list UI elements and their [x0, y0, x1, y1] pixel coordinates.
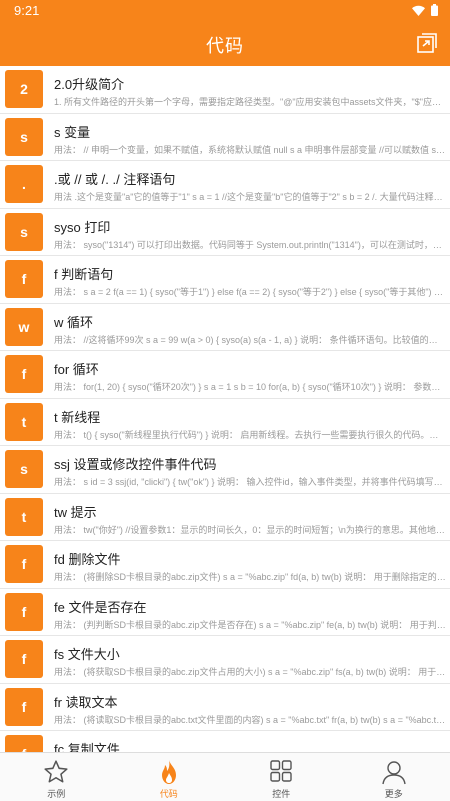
item-description: 用法： //这将循环99次 s a = 99 w(a > 0) { syso(a…	[54, 333, 446, 346]
item-badge: w	[5, 308, 43, 346]
item-title: fs 文件大小	[54, 644, 120, 663]
item-description: 用法： (将读取SD卡根目录的abc.txt文件里面的内容) s a = "%a…	[54, 713, 446, 726]
item-description: 用法： (将获取SD卡根目录的abc.zip文件占用的大小) s a = "%a…	[54, 665, 446, 678]
list-item[interactable]: w w 循环用法： //这将循环99次 s a = 99 w(a > 0) { s…	[0, 304, 450, 352]
item-title: s 变量	[54, 122, 90, 141]
app-bar: 代码	[0, 20, 450, 66]
item-description: 用法： syso("1314") 可以打印出数据。代码同等于 System.ou…	[54, 238, 446, 251]
list-item[interactable]: f f 判断语句用法： s a = 2 f(a == 1) { syso("等于1…	[0, 256, 450, 304]
list-item[interactable]: f fe 文件是否存在用法： (判判断SD卡根目录的abc.zip文件是否存在) …	[0, 589, 450, 637]
item-title: for 循环	[54, 359, 99, 378]
list-item[interactable]: s syso 打印用法： syso("1314") 可以打印出数据。代码同等于 S…	[0, 209, 450, 257]
item-title: tw 提示	[54, 502, 97, 521]
tab-more[interactable]: 更多	[338, 753, 450, 801]
list-item[interactable]: t t 新线程用法： t() { syso("新线程里执行代码") } 说明： 启…	[0, 399, 450, 447]
item-badge: f	[5, 260, 43, 298]
item-description: 用法： // 申明一个变量，如果不赋值，系统将默认赋值 null s a 申明事…	[54, 143, 446, 156]
item-description: 用法 .这个是变量"a"它的值等于"1" s a = 1 //这个是变量"b"它…	[54, 190, 446, 203]
status-icons	[412, 4, 438, 16]
item-description: 用法： (将删除SD卡根目录的abc.zip文件) s a = "%abc.zi…	[54, 570, 446, 583]
item-badge: 2	[5, 70, 43, 108]
item-title: 2.0升级简介	[54, 74, 124, 93]
tab-label-examples: 示例	[0, 787, 113, 800]
item-badge: t	[5, 403, 43, 441]
list-item[interactable]: f fr 读取文本用法： (将读取SD卡根目录的abc.txt文件里面的内容) s…	[0, 684, 450, 732]
item-title: t 新线程	[54, 407, 100, 426]
star-icon	[43, 759, 69, 785]
list-item[interactable]: t tw 提示用法： tw("你好") //设置参数1：显示的时间长久，0：显示的…	[0, 494, 450, 542]
item-badge: .	[5, 165, 43, 203]
item-description: 用法： t() { syso("新线程里执行代码") } 说明： 启用新线程。去…	[54, 428, 446, 441]
item-badge: f	[5, 688, 43, 726]
tab-label-more: 更多	[338, 787, 450, 800]
status-bar: 9:21	[0, 0, 450, 20]
grid-icon	[269, 759, 293, 783]
item-badge: f	[5, 593, 43, 631]
person-icon	[381, 759, 407, 785]
item-description: 1. 所有文件路径的开头第一个字母，需要指定路径类型。"@"应用安装包中asse…	[54, 95, 446, 108]
page-title: 代码	[0, 32, 450, 58]
battery-icon	[431, 4, 438, 16]
tab-label-code: 代码	[113, 787, 226, 800]
item-badge: s	[5, 213, 43, 251]
item-title: fd 删除文件	[54, 549, 120, 568]
item-title: fr 读取文本	[54, 692, 118, 711]
tab-examples[interactable]: 示例	[0, 753, 113, 801]
item-title: fc 复制文件	[54, 739, 120, 752]
tab-label-controls: 控件	[225, 787, 338, 800]
list-item[interactable]: s s 变量用法： // 申明一个变量，如果不赋值，系统将默认赋值 null s …	[0, 114, 450, 162]
list-item[interactable]: f fd 删除文件用法： (将删除SD卡根目录的abc.zip文件) s a = …	[0, 541, 450, 589]
item-badge: s	[5, 450, 43, 488]
item-description: 用法： s a = 2 f(a == 1) { syso("等于1") } el…	[54, 285, 446, 298]
tab-controls[interactable]: 控件	[225, 753, 338, 801]
item-badge: f	[5, 640, 43, 678]
item-description: 用法： tw("你好") //设置参数1：显示的时间长久，0：显示的时间短暂；\…	[54, 523, 446, 536]
item-title: ssj 设置或修改控件事件代码	[54, 454, 217, 473]
code-list[interactable]: 2 2.0升级简介 1. 所有文件路径的开头第一个字母，需要指定路径类型。"@"应用…	[0, 66, 450, 752]
list-item[interactable]: . .或 // 或 /. ./ 注释语句用法 .这个是变量"a"它的值等于"1" …	[0, 161, 450, 209]
list-item[interactable]: 2 2.0升级简介 1. 所有文件路径的开头第一个字母，需要指定路径类型。"@"应用…	[0, 66, 450, 114]
item-badge: f	[5, 735, 43, 752]
export-icon[interactable]	[416, 32, 438, 54]
tab-code[interactable]: 代码	[113, 753, 226, 801]
list-item[interactable]: s ssj 设置或修改控件事件代码用法： s id = 3 ssj(id, "cl…	[0, 446, 450, 494]
list-item[interactable]: ffc 复制文件用法： (将复制SD卡根目录的abc.zip文件到指定的目录) …	[0, 731, 450, 752]
list-item[interactable]: f fs 文件大小用法： (将获取SD卡根目录的abc.zip文件占用的大小) s…	[0, 636, 450, 684]
item-title: .或 // 或 /. ./ 注释语句	[54, 169, 175, 188]
item-description: 用法： for(1, 20) { syso("循环20次") } s a = 1…	[54, 380, 446, 393]
item-description: 用法： (判判断SD卡根目录的abc.zip文件是否存在) s a = "%ab…	[54, 618, 446, 631]
bottom-nav: 示例 代码 控件 更多	[0, 752, 450, 801]
item-badge: f	[5, 355, 43, 393]
status-time: 9:21	[14, 3, 39, 18]
item-title: f 判断语句	[54, 264, 113, 283]
item-badge: t	[5, 498, 43, 536]
flame-icon	[157, 759, 181, 785]
wifi-icon	[412, 5, 425, 16]
item-description: 用法： s id = 3 ssj(id, "clicki") { tw("ok"…	[54, 475, 446, 488]
item-title: w 循环	[54, 312, 93, 331]
item-title: syso 打印	[54, 217, 110, 236]
item-badge: s	[5, 118, 43, 156]
item-title: fe 文件是否存在	[54, 597, 146, 616]
item-badge: f	[5, 545, 43, 583]
list-item[interactable]: f for 循环用法： for(1, 20) { syso("循环20次") } …	[0, 351, 450, 399]
